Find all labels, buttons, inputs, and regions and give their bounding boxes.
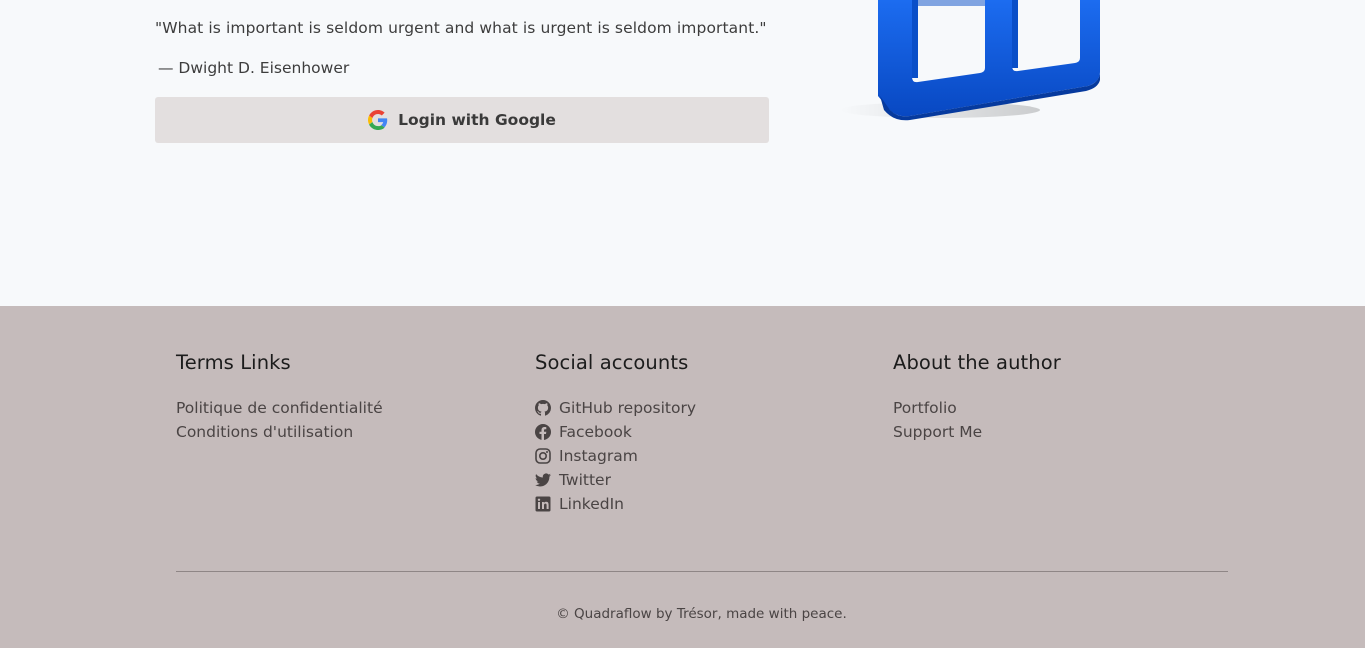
facebook-icon: [535, 424, 551, 440]
login-button-label: Login with Google: [398, 111, 556, 129]
footer-link-instagram[interactable]: Instagram: [535, 444, 696, 468]
about-author-title: About the author: [893, 351, 1061, 374]
quote-author: — Dwight D. Eisenhower: [158, 59, 350, 77]
github-icon: [535, 400, 551, 416]
social-accounts-column: Social accounts GitHub repository Facebo…: [535, 351, 696, 516]
linkedin-icon: [535, 496, 551, 512]
quote-text: "What is important is seldom urgent and …: [155, 19, 767, 37]
footer-link-twitter[interactable]: Twitter: [535, 468, 696, 492]
hero-section: "What is important is seldom urgent and …: [0, 0, 1365, 306]
google-icon: [368, 110, 388, 130]
footer-link-linkedin[interactable]: LinkedIn: [535, 492, 696, 516]
footer-link-support-me[interactable]: Support Me: [893, 420, 1061, 444]
login-with-google-button[interactable]: Login with Google: [155, 97, 769, 143]
about-author-column: About the author Portfolio Support Me: [893, 351, 1061, 444]
terms-links-title: Terms Links: [176, 351, 291, 374]
footer-link-terms-of-use[interactable]: Conditions d'utilisation: [176, 420, 383, 444]
copyright-text: © Quadraflow by Trésor, made with peace.: [556, 606, 847, 622]
social-accounts-title: Social accounts: [535, 351, 689, 374]
site-footer: Terms Links Politique de confidentialité…: [0, 306, 1365, 648]
footer-link-github[interactable]: GitHub repository: [535, 396, 696, 420]
footer-link-privacy-policy[interactable]: Politique de confidentialité: [176, 396, 383, 420]
twitter-icon: [535, 472, 551, 488]
footer-link-portfolio[interactable]: Portfolio: [893, 396, 1061, 420]
footer-link-facebook[interactable]: Facebook: [535, 420, 696, 444]
footer-divider: [176, 571, 1228, 572]
instagram-icon: [535, 448, 551, 464]
window-illustration: [830, 0, 1110, 130]
terms-links-column: Terms Links Politique de confidentialité…: [176, 351, 383, 444]
